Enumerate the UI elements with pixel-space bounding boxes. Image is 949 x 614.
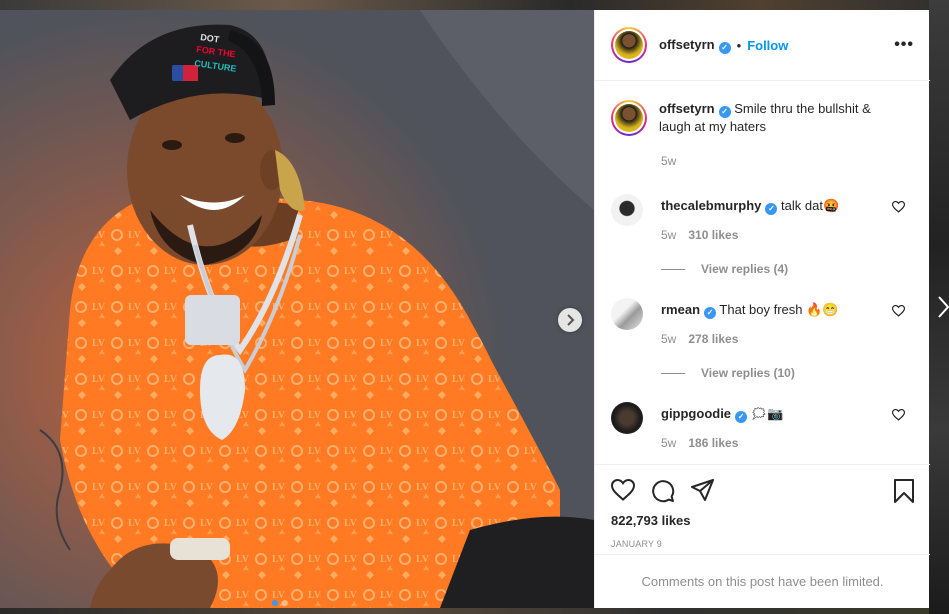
chevron-right-icon	[567, 314, 575, 326]
comment-text: That boy fresh 🔥😁	[719, 302, 839, 317]
post-actions: 822,793 likes JANUARY 9	[595, 464, 930, 554]
heart-icon[interactable]	[892, 305, 905, 317]
carousel-dot	[282, 600, 288, 606]
verified-badge-icon: ✓	[704, 307, 717, 319]
comment-time[interactable]: 5w	[661, 436, 676, 450]
comment-text: talk dat🤬	[781, 198, 840, 213]
post-header: offsetyrn ✓ • Follow •••	[595, 10, 930, 81]
comment-avatar[interactable]	[611, 402, 643, 434]
verified-badge-icon: ✓	[718, 41, 731, 54]
follow-button[interactable]: Follow	[747, 38, 788, 53]
view-replies-button[interactable]: View replies (10)	[661, 366, 795, 380]
comment-meta: 5w 278 likes	[661, 332, 738, 346]
next-post-chevron-icon[interactable]	[938, 296, 949, 318]
likes-count[interactable]: 822,793 likes	[611, 513, 691, 528]
backdrop-top	[0, 0, 949, 10]
comment-avatar[interactable]	[611, 194, 643, 226]
backdrop-bottom	[0, 608, 949, 614]
comment-icon[interactable]	[651, 479, 675, 503]
comment-avatar[interactable]	[611, 298, 643, 330]
comment-likes[interactable]: 310 likes	[688, 228, 738, 242]
author-username[interactable]: offsetyrn ✓	[659, 37, 731, 54]
comment-meta: 5w 310 likes	[661, 228, 738, 242]
comment-likes[interactable]: 186 likes	[688, 436, 738, 450]
verified-badge-icon: ✓	[765, 203, 778, 215]
caption-username[interactable]: offsetyrn ✓	[659, 101, 731, 118]
post-photo[interactable]: LV DO	[0, 10, 594, 608]
verified-badge-icon: ✓	[718, 106, 731, 118]
author-avatar[interactable]	[611, 27, 647, 63]
share-icon[interactable]	[691, 479, 715, 501]
comment-username[interactable]: gippgoodie ✓	[661, 406, 748, 423]
bookmark-icon[interactable]	[893, 479, 915, 503]
more-options-icon[interactable]: •••	[894, 36, 914, 54]
carousel-dots	[272, 600, 288, 606]
separator-dot: •	[736, 37, 742, 53]
heart-icon[interactable]	[892, 201, 905, 213]
comment-likes[interactable]: 278 likes	[688, 332, 738, 346]
heart-icon[interactable]	[892, 409, 905, 421]
heart-icon[interactable]	[611, 479, 635, 501]
view-replies-button[interactable]: View replies (4)	[661, 262, 788, 276]
comments-limited-notice: Comments on this post have been limited.	[595, 554, 930, 608]
comment-text: 🗯📷	[750, 406, 784, 421]
comment-meta: 5w 186 likes	[661, 436, 738, 450]
comment-time[interactable]: 5w	[661, 332, 676, 346]
post-date[interactable]: JANUARY 9	[611, 539, 662, 549]
comment-username[interactable]: thecalebmurphy ✓	[661, 198, 778, 215]
photo-illustration: LV DO	[0, 10, 594, 608]
post-caption: offsetyrn ✓ Smile thru the bullshit & lau…	[611, 100, 911, 136]
verified-badge-icon: ✓	[735, 411, 748, 423]
caption-avatar[interactable]	[611, 100, 647, 136]
next-photo-button[interactable]	[558, 308, 582, 332]
post-side-panel: offsetyrn ✓ • Follow ••• offsetyrn ✓ Smile…	[594, 10, 930, 608]
comment-username[interactable]: rmean ✓	[661, 302, 717, 319]
comment-time[interactable]: 5w	[661, 228, 676, 242]
caption-time[interactable]: 5w	[661, 154, 676, 168]
comments-list[interactable]: offsetyrn ✓ Smile thru the bullshit & lau…	[595, 82, 930, 464]
carousel-dot-active	[272, 600, 278, 606]
